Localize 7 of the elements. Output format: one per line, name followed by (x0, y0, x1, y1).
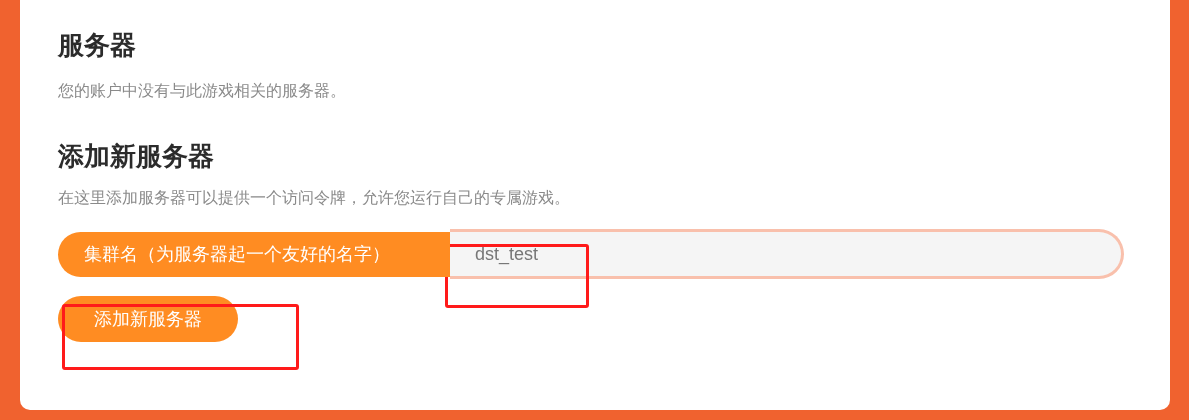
empty-message: 您的账户中没有与此游戏相关的服务器。 (58, 81, 346, 101)
section-title: 服务器 (58, 29, 136, 61)
description-text: 在这里添加服务器可以提供一个访问令牌，允许您运行自己的专属游戏。 (58, 188, 570, 208)
add-server-button[interactable]: 添加新服务器 (58, 296, 238, 342)
cluster-name-field[interactable]: dst_test (450, 229, 1124, 279)
section-title: 添加新服务器 (58, 140, 214, 172)
field-label: 集群名（为服务器起一个友好的名字） (58, 231, 450, 277)
